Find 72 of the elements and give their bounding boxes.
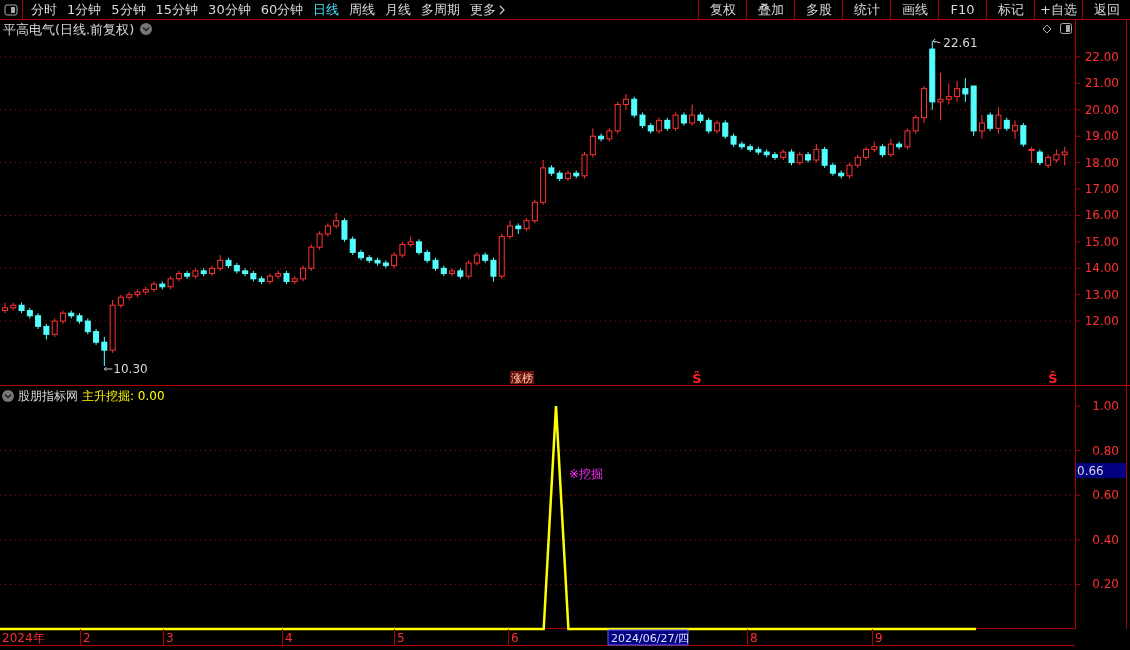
low-price-label: 10.30 [113,362,148,376]
candle [863,146,869,161]
candle [2,302,8,314]
toolbar-button[interactable]: 画线 [890,0,938,19]
date-axis-label: 3 [166,631,174,645]
dropdown-icon[interactable] [140,23,152,35]
price-axis-label: 21.00 [1084,76,1119,91]
value-axis-label: 0.40 [1092,532,1119,547]
period-tab[interactable]: 15分钟 [150,0,204,20]
date-axis-label: 8 [750,631,758,645]
period-tab[interactable]: 周线 [344,0,381,20]
toolbar-button[interactable]: 复权 [698,0,746,19]
period-tab[interactable]: 5分钟 [106,0,151,20]
indicator-source: 股朋指标网 [18,387,78,405]
rank-tag: 涨榜 [510,371,534,385]
price-axis-label: 19.00 [1084,129,1119,144]
price-axis-label: 15.00 [1084,234,1119,249]
indicator-reading: 主升挖掘: 0.00 [82,387,165,405]
panel-toggle-icon[interactable] [1060,23,1072,34]
candle [358,249,364,261]
candle [565,170,571,182]
price-axis-label: 20.00 [1084,102,1119,117]
toolbar-button[interactable]: 叠加 [746,0,794,19]
candle [507,220,513,240]
chart-title: 平高电气(日线.前复权) [3,22,135,37]
period-tab[interactable]: 日线 [308,0,345,20]
toolbar-button[interactable]: 返回 [1082,0,1130,19]
arrow-icon [932,38,941,44]
signal-mark: Ŝ [1048,371,1058,385]
price-axis-label: 22.00 [1084,50,1119,64]
signal-mark: Ŝ [692,371,702,385]
cursor-date-tag: 2024/06/27/四 [607,629,690,646]
period-tab[interactable]: 月线 [380,0,417,20]
date-axis-label: 9 [875,631,883,645]
toolbar-button[interactable]: +自选 [1034,0,1082,19]
current-value-tag: 0.66 [1076,463,1126,478]
date-axis-label: 2024年 [2,631,45,645]
price-axis-label: 17.00 [1084,182,1119,197]
chevron-right-icon [499,4,506,15]
price-axis-label: 14.00 [1084,261,1119,276]
candle [209,265,215,277]
toolbar-button[interactable]: F10 [938,0,986,19]
toolbar-button[interactable]: 标记 [986,0,1034,19]
signal-label: ※挖掘 [569,467,604,481]
date-axis-label: 2 [83,631,91,645]
price-axis-label: 13.00 [1084,287,1119,302]
panel-toggle-icon[interactable] [4,3,18,16]
period-tab[interactable]: 分时 [26,0,62,20]
value-axis-label: 0.60 [1092,488,1119,503]
date-axis-label: 6 [511,631,519,645]
value-axis-label: 0.80 [1092,443,1119,458]
price-axis-label: 12.00 [1084,314,1119,329]
diamond-icon[interactable] [1042,24,1052,34]
period-tab[interactable]: 更多 [465,0,511,20]
high-price-label: 22.61 [943,35,978,50]
period-tab[interactable]: 30分钟 [203,0,256,20]
period-tab[interactable]: 1分钟 [62,0,107,20]
value-axis-label: 1.00 [1092,399,1119,413]
toolbar-button[interactable]: 统计 [842,0,890,19]
toolbar-button[interactable]: 多股 [794,0,842,19]
period-tab[interactable]: 多周期 [416,0,466,20]
dropdown-icon[interactable] [2,390,14,402]
arrow-icon [103,366,113,372]
period-tab[interactable]: 60分钟 [255,0,309,20]
price-axis-label: 18.00 [1084,155,1119,170]
price-axis-label: 16.00 [1084,208,1119,223]
candle [714,119,720,135]
value-axis-label: 0.20 [1092,577,1119,592]
date-axis-label: 4 [285,631,293,645]
date-axis-label: 5 [397,631,405,645]
candle [151,280,157,293]
candle [921,85,927,124]
